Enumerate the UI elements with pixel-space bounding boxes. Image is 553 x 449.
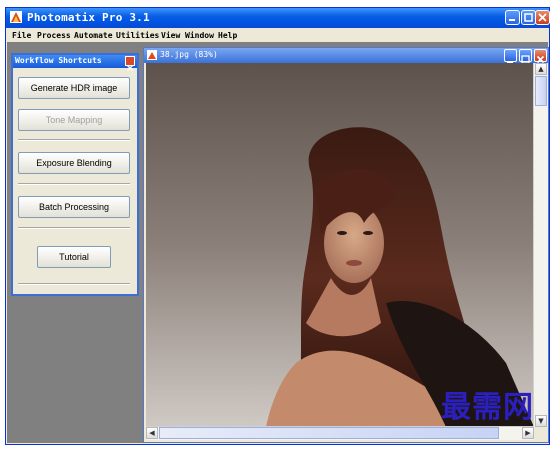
watermark-text: 最需网 — [441, 390, 534, 425]
horizontal-scroll-thumb[interactable] — [159, 427, 499, 439]
horizontal-scrollbar[interactable]: ◀ ▶ — [146, 426, 534, 440]
menu-process[interactable]: Process — [37, 31, 71, 40]
vertical-scroll-thumb[interactable] — [535, 76, 547, 106]
tutorial-button[interactable]: Tutorial — [37, 246, 111, 268]
separator — [18, 283, 130, 285]
tone-mapping-button: Tone Mapping — [18, 109, 130, 131]
close-icon — [127, 65, 133, 71]
app-window: Photomatix Pro 3.1 File Process Automate… — [5, 7, 550, 445]
scroll-down-arrow[interactable]: ▼ — [535, 415, 547, 427]
image-window-title: 38.jpg (83%) — [160, 50, 218, 59]
maximize-icon — [524, 13, 533, 22]
app-titlebar[interactable]: Photomatix Pro 3.1 — [6, 8, 550, 28]
image-maximize-button[interactable] — [519, 49, 532, 64]
separator — [18, 183, 130, 185]
scroll-right-arrow[interactable]: ▶ — [522, 427, 534, 439]
scroll-left-arrow[interactable]: ◀ — [146, 427, 158, 439]
menu-bar: File Process Automate Utilities View Win… — [6, 28, 549, 42]
photo-canvas[interactable] — [146, 63, 534, 427]
menu-window[interactable]: Window — [185, 31, 214, 40]
minimize-icon — [509, 19, 515, 21]
workspace: Workflow Shortcuts Generate HDR image To… — [7, 42, 549, 443]
image-window: 38.jpg (83%) ▲ ▼ ◀ ▶ 最需网 — [143, 47, 549, 443]
generate-hdr-button[interactable]: Generate HDR image — [18, 77, 130, 99]
panel-close-button[interactable] — [125, 56, 135, 71]
menu-help[interactable]: Help — [218, 31, 237, 40]
exposure-blending-button[interactable]: Exposure Blending — [18, 152, 130, 174]
workflow-shortcuts-panel: Workflow Shortcuts Generate HDR image To… — [11, 53, 139, 296]
scroll-up-arrow[interactable]: ▲ — [535, 63, 547, 75]
panel-titlebar[interactable]: Workflow Shortcuts — [13, 55, 137, 71]
menu-automate[interactable]: Automate — [74, 31, 113, 40]
image-close-button[interactable] — [534, 49, 547, 64]
close-icon — [538, 13, 547, 22]
image-minimize-button[interactable] — [504, 49, 517, 63]
app-title: Photomatix Pro 3.1 — [27, 11, 150, 24]
menu-utilities[interactable]: Utilities — [116, 31, 159, 40]
minimize-button[interactable] — [505, 10, 520, 25]
portrait-photo — [146, 63, 534, 427]
maximize-button[interactable] — [521, 10, 536, 25]
menu-file[interactable]: File — [12, 31, 31, 40]
close-button[interactable] — [535, 10, 550, 25]
separator — [18, 139, 130, 141]
separator — [18, 227, 130, 229]
cropped-text-strip — [0, 0, 553, 7]
image-file-icon — [147, 50, 157, 60]
vertical-scrollbar[interactable]: ▲ ▼ — [533, 63, 548, 427]
menu-view[interactable]: View — [161, 31, 180, 40]
batch-processing-button[interactable]: Batch Processing — [18, 196, 130, 218]
photomatix-app-icon — [10, 11, 22, 23]
image-window-titlebar[interactable]: 38.jpg (83%) — [144, 48, 548, 64]
panel-title: Workflow Shortcuts — [15, 56, 102, 65]
